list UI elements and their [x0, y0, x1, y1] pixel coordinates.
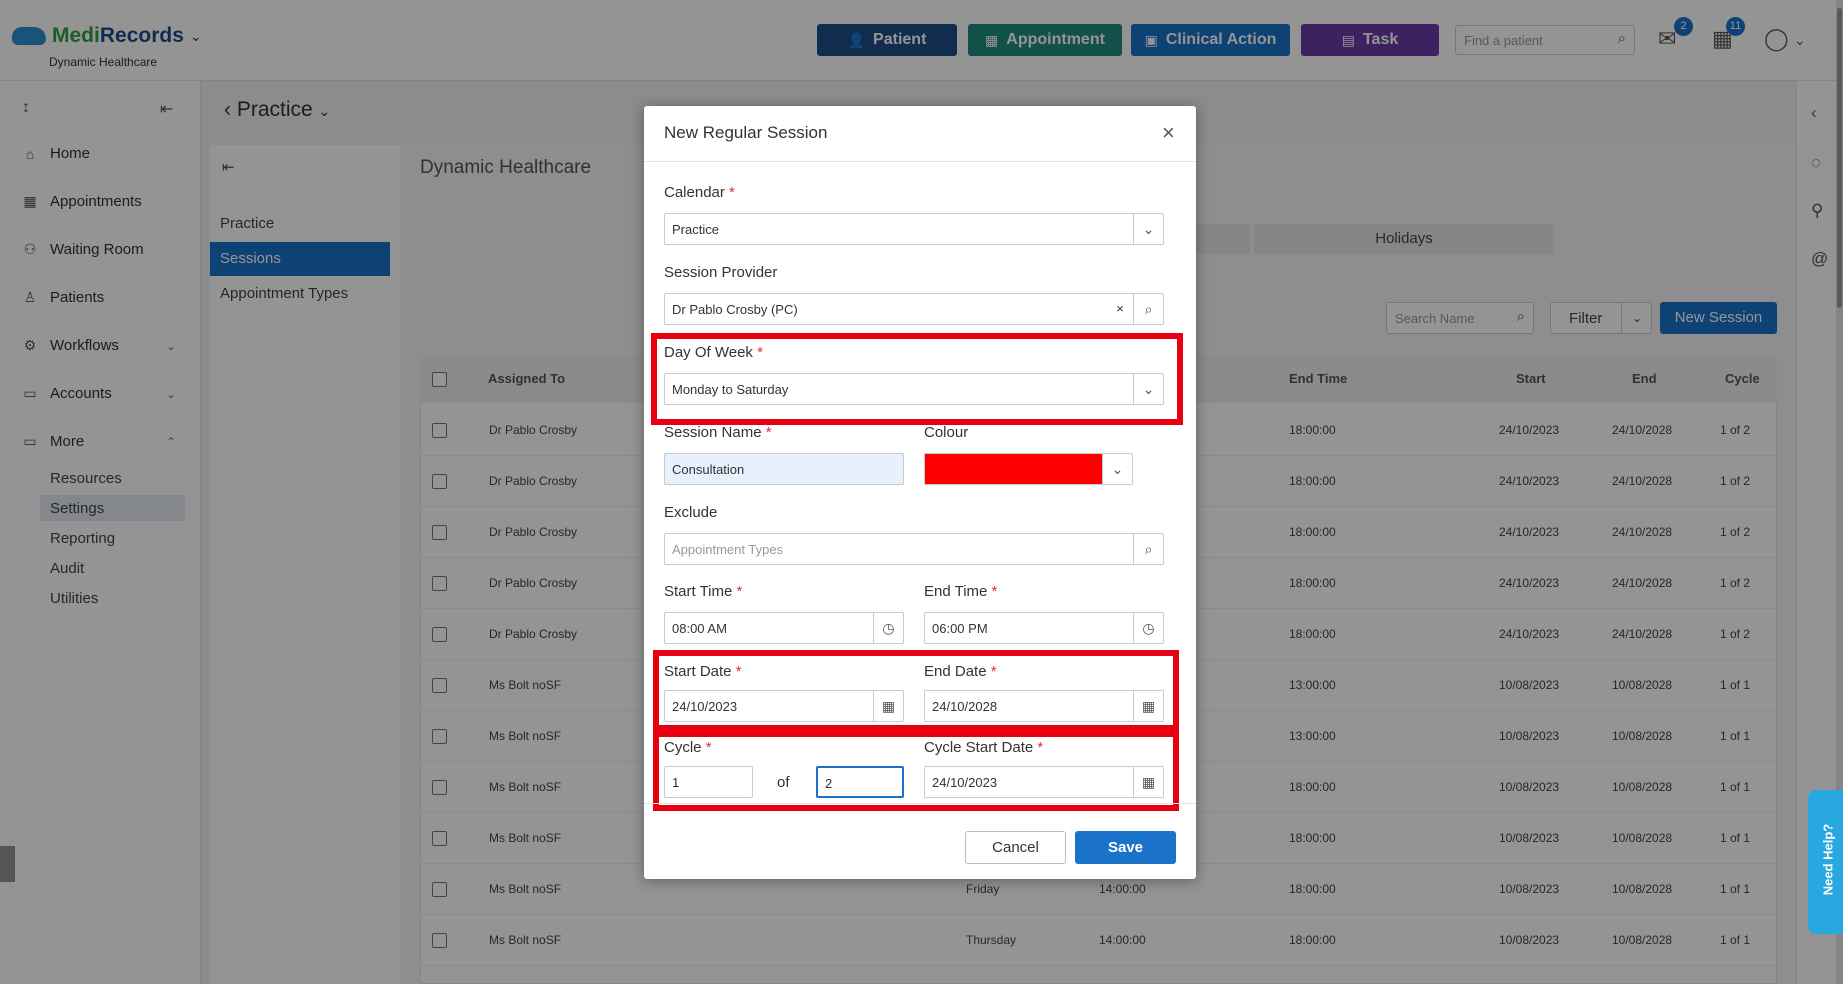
colour-picker[interactable]: ⌄: [924, 453, 1133, 485]
clock-icon[interactable]: ◷: [1133, 613, 1163, 643]
search-icon[interactable]: ⌕: [1133, 534, 1163, 564]
session-name-label: Session Name *: [664, 424, 772, 441]
clock-icon[interactable]: ◷: [873, 613, 903, 643]
end-time-input[interactable]: 06:00 PM ◷: [924, 612, 1164, 644]
clear-icon[interactable]: ×: [1107, 294, 1133, 324]
new-regular-session-dialog: New Regular Session × Calendar * Practic…: [644, 106, 1196, 879]
exclude-input[interactable]: Appointment Types ⌕: [664, 533, 1164, 565]
divider: [644, 161, 1196, 162]
save-button[interactable]: Save: [1075, 831, 1176, 864]
search-icon[interactable]: ⌕: [1133, 294, 1163, 324]
calendar-select[interactable]: Practice ⌄: [664, 213, 1164, 245]
cancel-button[interactable]: Cancel: [965, 831, 1066, 864]
session-provider-input[interactable]: Dr Pablo Crosby (PC) × ⌕: [664, 293, 1164, 325]
highlight-cycle: [653, 731, 1179, 811]
calendar-label: Calendar *: [664, 184, 735, 201]
session-name-input[interactable]: Consultation: [664, 453, 904, 485]
need-help-button[interactable]: Need Help?: [1808, 790, 1843, 934]
divider: [644, 803, 1196, 804]
highlight-day-of-week: [651, 333, 1183, 425]
close-icon[interactable]: ×: [1162, 120, 1175, 146]
end-time-label: End Time *: [924, 583, 998, 600]
dialog-title: New Regular Session: [664, 123, 828, 142]
colour-label: Colour: [924, 424, 969, 441]
start-time-input[interactable]: 08:00 AM ◷: [664, 612, 904, 644]
start-time-label: Start Time *: [664, 583, 743, 600]
chevron-down-icon[interactable]: ⌄: [1133, 214, 1163, 244]
chevron-down-icon[interactable]: ⌄: [1102, 454, 1132, 484]
session-provider-label: Session Provider: [664, 264, 778, 281]
side-toggle-icon[interactable]: [0, 846, 15, 882]
colour-swatch[interactable]: [925, 454, 1103, 484]
highlight-dates: [653, 650, 1179, 731]
exclude-label: Exclude: [664, 504, 718, 521]
